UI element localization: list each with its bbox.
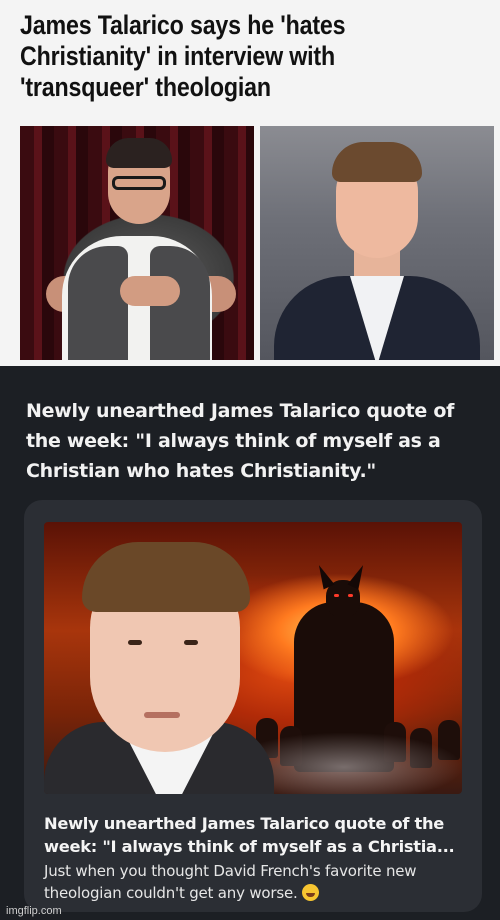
demon-eye-left bbox=[334, 594, 339, 597]
link-preview-title[interactable]: Newly unearthed James Talarico quote of … bbox=[44, 812, 472, 858]
demon-horn-left bbox=[313, 562, 335, 590]
politician-photo bbox=[260, 126, 494, 360]
man-eye-right bbox=[184, 640, 198, 645]
article-panel: James Talarico says he 'hates Christiani… bbox=[0, 0, 500, 366]
man-mouth bbox=[144, 712, 180, 718]
laughing-crying-emoji-icon bbox=[301, 884, 319, 901]
politician-hair bbox=[332, 142, 422, 182]
speaker-glasses bbox=[112, 176, 166, 190]
post-text: Newly unearthed James Talarico quote of … bbox=[26, 400, 455, 482]
speaker-hands bbox=[120, 276, 180, 306]
man-eye-left bbox=[128, 640, 142, 645]
social-post: Newly unearthed James Talarico quote of … bbox=[0, 366, 500, 920]
article-headline[interactable]: James Talarico says he 'hates Christiani… bbox=[20, 10, 424, 103]
imgflip-watermark: imgflip.com bbox=[6, 905, 62, 917]
link-preview-description: Just when you thought David French's fav… bbox=[44, 860, 464, 904]
demon-horn-right bbox=[347, 562, 369, 590]
man-hair bbox=[82, 542, 250, 612]
demon-eye-right bbox=[348, 594, 353, 597]
link-preview-card[interactable]: Newly unearthed James Talarico quote of … bbox=[24, 500, 482, 912]
link-preview-description-text: Just when you thought David French's fav… bbox=[44, 862, 417, 902]
speaker-hair bbox=[106, 138, 172, 168]
link-preview-image[interactable] bbox=[44, 522, 462, 794]
speaker-vest-left bbox=[68, 246, 128, 360]
speaker-photo bbox=[20, 126, 254, 360]
